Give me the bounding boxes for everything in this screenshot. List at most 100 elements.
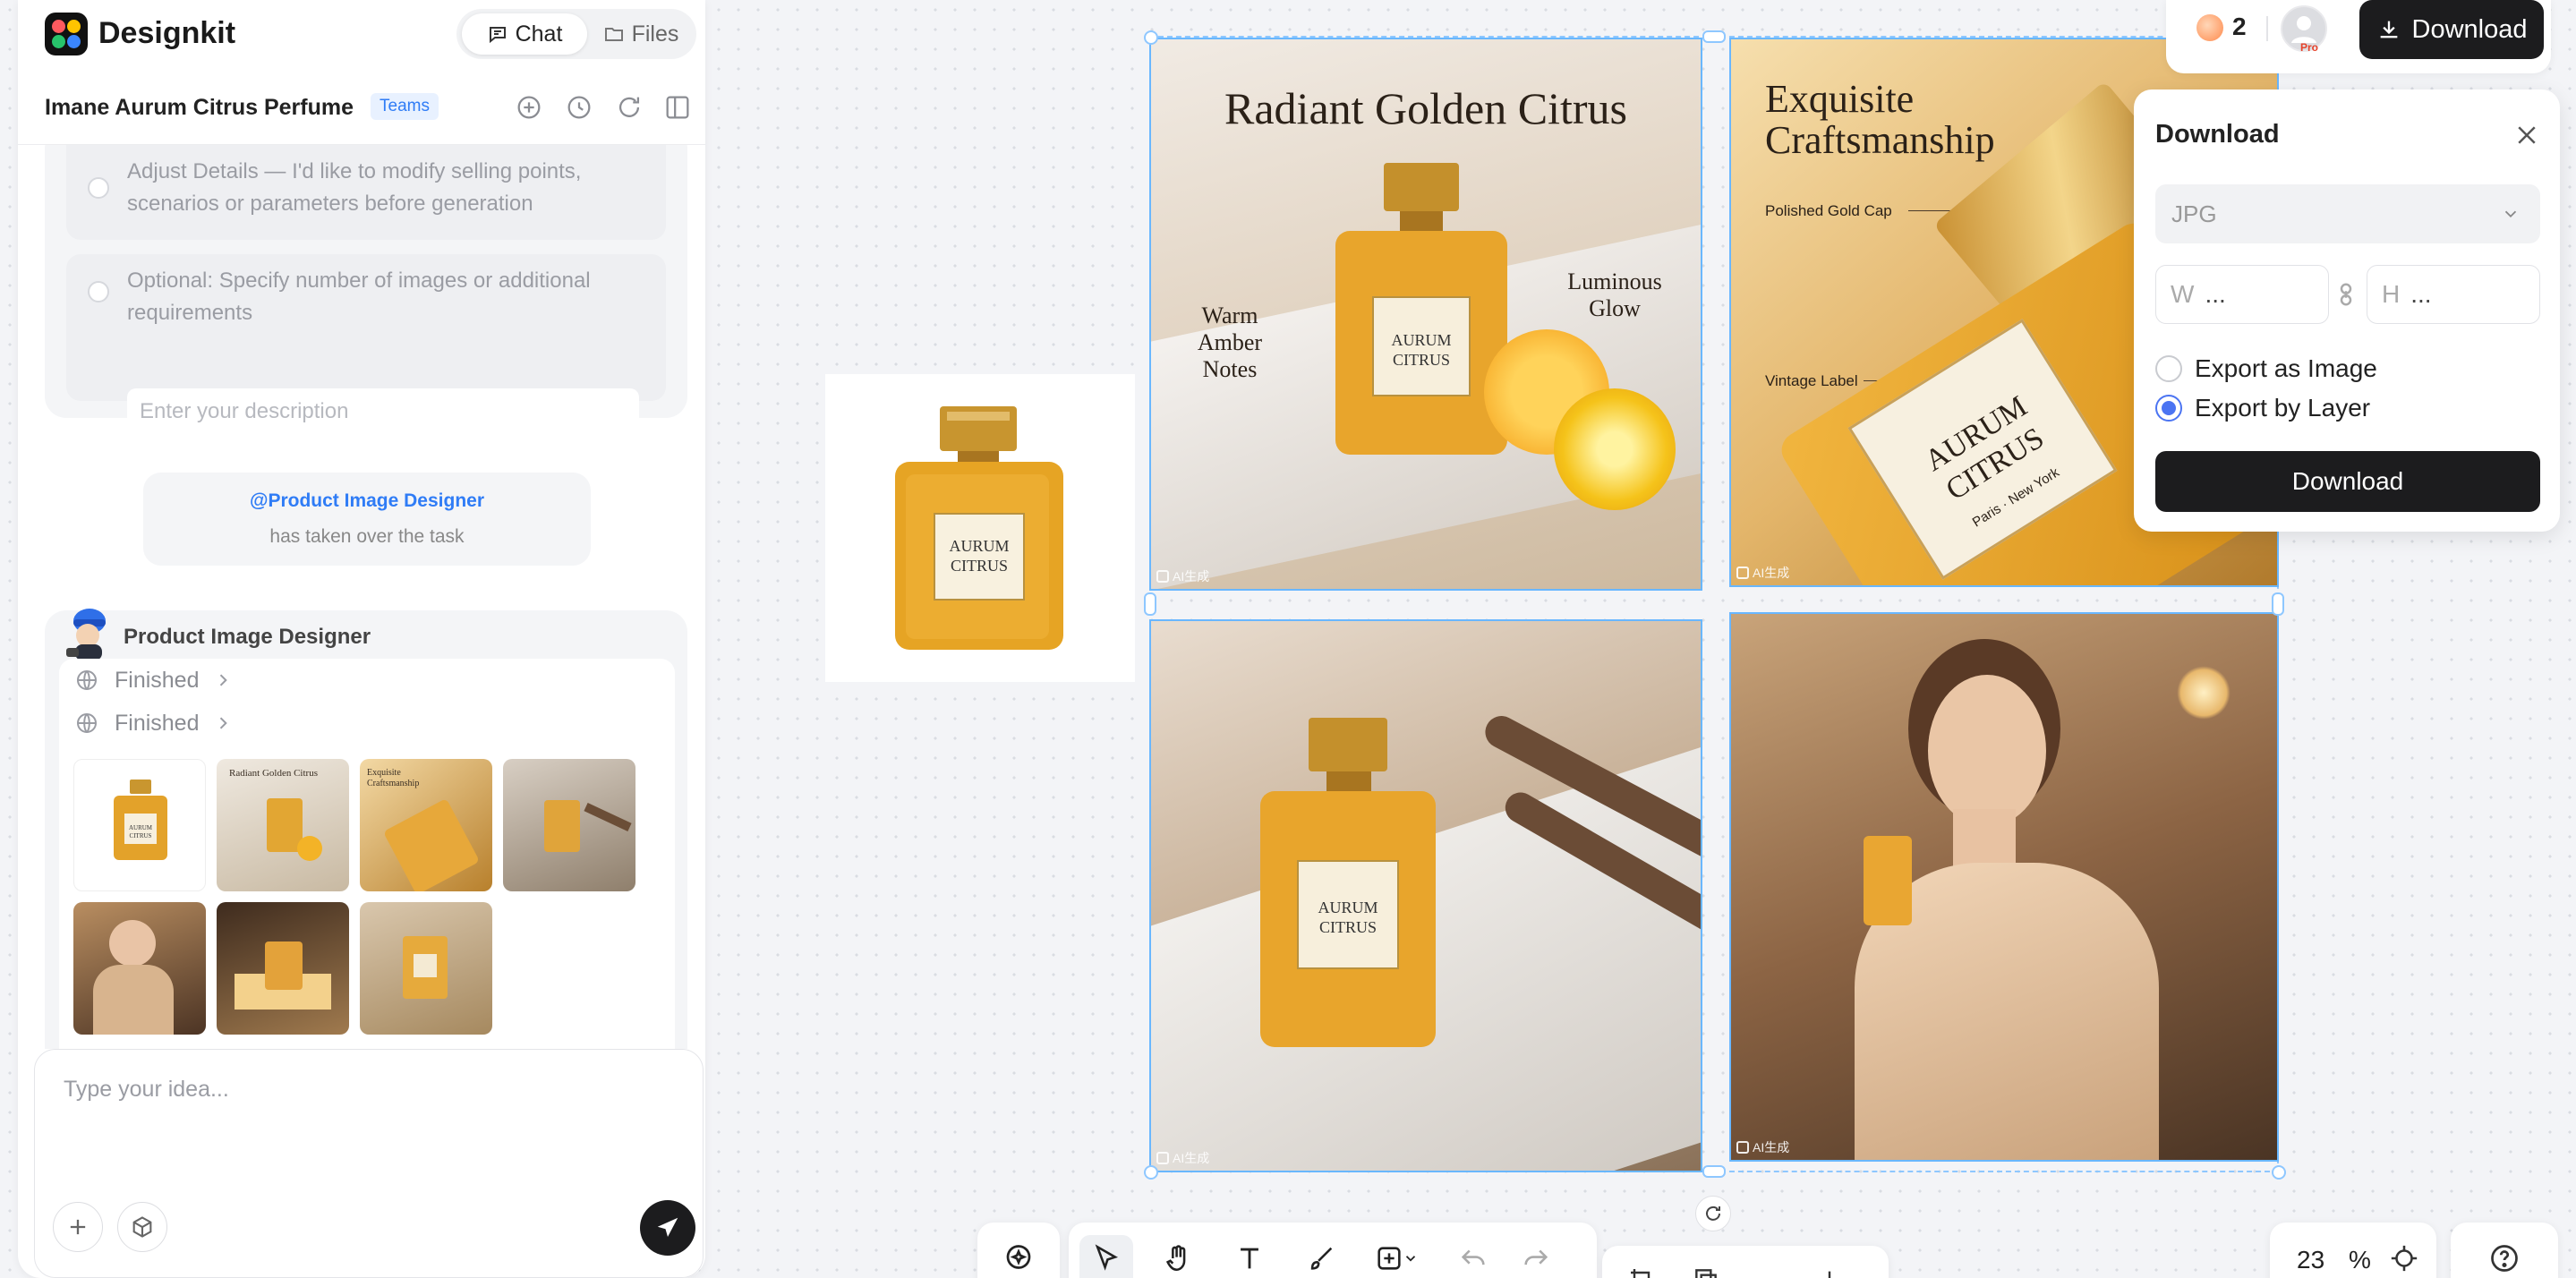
text-tool[interactable] [1232, 1240, 1267, 1276]
thumbnail-warm[interactable] [360, 902, 492, 1035]
height-value: ... [2410, 280, 2432, 308]
chevron-down-icon [2504, 210, 2517, 218]
chat-messages[interactable]: Adjust Details — I'd like to modify sell… [18, 145, 705, 1049]
thumbnail-radiant[interactable]: Radiant Golden Citrus [217, 759, 349, 891]
text-icon [1241, 1248, 1258, 1269]
label-text: AURUM [1318, 899, 1378, 916]
image-callout: Warm Amber Notes [1197, 302, 1263, 382]
redo-button[interactable] [1518, 1240, 1554, 1276]
undo-icon [1461, 1249, 1485, 1265]
option-radio[interactable] [88, 281, 109, 302]
help-control [2451, 1223, 2558, 1278]
label-text: AURUM [949, 537, 1009, 555]
handoff-notice: @Product Image Designer has taken over t… [143, 473, 591, 566]
resize-handle[interactable] [2272, 592, 2284, 616]
tab-chat[interactable]: Chat [462, 13, 587, 55]
zoom-unit: % [2349, 1246, 2371, 1274]
collapse-panel-button[interactable] [662, 92, 693, 123]
thumbnail-craftsmanship[interactable]: Exquisite Craftsmanship [360, 759, 492, 891]
fit-to-screen-button[interactable] [2386, 1240, 2422, 1276]
select-tool[interactable] [1088, 1240, 1124, 1276]
canvas-image-radiant[interactable]: Radiant Golden Citrus Warm Amber Notes L… [1149, 38, 1702, 591]
chat-panel: Designkit Chat Files Imane Aurum Citrus … [18, 0, 705, 1278]
label-text: AURUM [129, 824, 153, 831]
add-circle-icon [517, 96, 541, 119]
format-select[interactable]: JPG [2155, 184, 2540, 243]
plus-icon [70, 1219, 86, 1235]
ai-assistant-button[interactable] [1001, 1240, 1036, 1276]
thumbnail-vanity[interactable] [217, 902, 349, 1035]
project-title: Imane Aurum Citrus Perfume [45, 95, 354, 120]
zoom-value[interactable]: 23 [2297, 1246, 2324, 1274]
description-input[interactable] [127, 388, 639, 435]
globe-icon [77, 670, 97, 690]
lock-ratio-button[interactable] [2333, 281, 2359, 308]
resize-handle[interactable] [1144, 592, 1156, 616]
export-option-label: Export as Image [2195, 354, 2377, 382]
option-adjust-details[interactable]: Adjust Details — I'd like to modify sell… [66, 145, 666, 240]
step-label: Finished [115, 667, 200, 693]
help-button[interactable] [2486, 1240, 2522, 1276]
layers-tool[interactable] [1688, 1262, 1724, 1278]
plus-icon [1828, 1271, 1831, 1278]
hand-tool[interactable] [1160, 1240, 1196, 1276]
download-icon [2380, 21, 2397, 38]
hand-icon [1165, 1245, 1186, 1272]
undo-button[interactable] [1455, 1240, 1491, 1276]
pointer-icon [1095, 1244, 1119, 1271]
thumbnail-model[interactable] [73, 902, 206, 1035]
new-chat-button[interactable] [514, 92, 544, 123]
radio-button[interactable] [2155, 395, 2182, 422]
resize-handle[interactable] [1702, 1165, 1726, 1178]
designkit-logo-icon [45, 13, 88, 55]
canvas-image-marble[interactable]: AURUM CITRUS AI生成 [1149, 619, 1702, 1172]
chevron-down-icon [1405, 1256, 1416, 1262]
height-field[interactable]: H ... [2367, 265, 2540, 324]
chat-icon [489, 27, 506, 44]
export-as-image-option[interactable]: Export as Image [2155, 351, 2377, 387]
brush-tool[interactable] [1303, 1240, 1339, 1276]
resize-handle[interactable] [1702, 30, 1726, 43]
designer-name: Product Image Designer [124, 625, 371, 649]
resize-handle[interactable] [2272, 1165, 2286, 1180]
credits-coin-icon [2196, 14, 2223, 41]
download-button[interactable]: Download [2359, 0, 2544, 59]
step-finished[interactable]: Finished [73, 705, 232, 741]
export-by-layer-option[interactable]: Export by Layer [2155, 390, 2370, 426]
model-button[interactable] [117, 1202, 167, 1252]
divider [2266, 16, 2268, 41]
thumbnail-product[interactable]: AURUM CITRUS [73, 759, 206, 891]
close-button[interactable] [2513, 122, 2540, 149]
resize-handle[interactable] [1144, 30, 1158, 45]
ai-generated-tag: AI生成 [1156, 567, 1209, 585]
canvas-product-image[interactable]: AURUM CITRUS [825, 374, 1135, 682]
width-value: ... [2205, 280, 2226, 308]
refresh-button[interactable] [614, 92, 644, 123]
perfume-bottle-image: AURUM CITRUS [1260, 718, 1436, 1047]
step-label: Finished [115, 710, 200, 736]
tab-files[interactable]: Files [591, 13, 691, 55]
crop-tool[interactable] [1624, 1262, 1659, 1278]
history-button[interactable] [564, 92, 594, 123]
attach-button[interactable] [53, 1202, 103, 1252]
label-text: CITRUS [951, 557, 1008, 575]
rotate-handle[interactable] [1695, 1196, 1731, 1231]
view-switcher: Chat Files [456, 9, 696, 59]
width-field[interactable]: W ... [2155, 265, 2329, 324]
option-specify-count[interactable]: Optional: Specify number of images or ad… [66, 254, 666, 435]
insert-menu-toggle[interactable] [1400, 1240, 1421, 1276]
canvas-image-model[interactable]: AI生成 [1729, 612, 2279, 1162]
label-text: CITRUS [1393, 351, 1450, 369]
handoff-agent[interactable]: @Product Image Designer [143, 490, 591, 512]
send-button[interactable] [640, 1200, 695, 1256]
radio-button[interactable] [2155, 355, 2182, 382]
more-tool[interactable] [1812, 1262, 1847, 1278]
pro-badge: Pro [2300, 41, 2319, 54]
close-icon [2518, 126, 2536, 144]
step-finished[interactable]: Finished [73, 662, 232, 698]
thumbnail-marble[interactable] [503, 759, 635, 891]
message-input[interactable] [64, 1071, 672, 1107]
confirm-download-button[interactable]: Download [2155, 451, 2540, 512]
resize-handle[interactable] [1144, 1165, 1158, 1180]
option-radio[interactable] [88, 177, 109, 199]
